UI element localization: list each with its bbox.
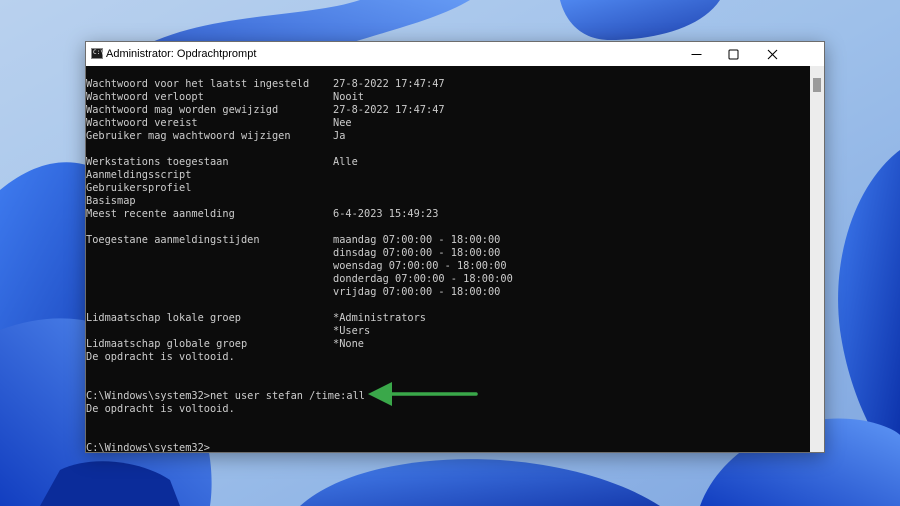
arrow-left-icon — [368, 382, 478, 406]
